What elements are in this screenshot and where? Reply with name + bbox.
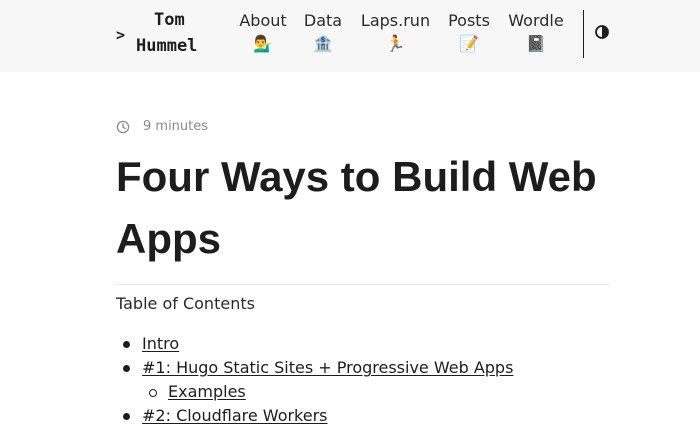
nav-item-data[interactable]: Data 🏦: [303, 10, 343, 60]
nav-item-wordle[interactable]: Wordle 📓: [507, 10, 565, 60]
bank-icon: 🏦: [313, 34, 333, 53]
site-logo[interactable]: > Tom Hummel: [116, 8, 208, 62]
bullet-icon: [123, 341, 130, 348]
toc-heading: Table of Contents: [116, 294, 255, 313]
nav-item-about[interactable]: About 💁‍♂️: [238, 10, 288, 60]
reading-time: 9 minutes: [143, 119, 209, 134]
memo-icon: 📝: [459, 34, 479, 53]
bullet-icon: [123, 413, 130, 420]
page-title: Four Ways to Build Web Apps: [116, 153, 597, 262]
half-circle-contrast-icon: [595, 25, 609, 39]
terminal-prompt-icon: >: [116, 26, 126, 44]
nav-item-label: Posts: [448, 11, 490, 30]
nav-item-posts[interactable]: Posts 📝: [446, 10, 492, 60]
nav-item-label: Wordle: [508, 11, 564, 30]
toc-link[interactable]: Intro: [142, 334, 179, 353]
nav-item-laps-run[interactable]: Laps.run 🏃: [359, 10, 432, 60]
header-divider: [583, 10, 584, 58]
bullet-icon: [123, 365, 130, 372]
notebook-icon: 📓: [526, 34, 546, 53]
clock-icon: [116, 120, 130, 134]
toc-item-hugo: #1: Hugo Static Sites + Progressive Web …: [123, 358, 513, 378]
toc-link[interactable]: #1: Hugo Static Sites + Progressive Web …: [142, 358, 513, 377]
toc-item-cloudflare: #2: Cloudflare Workers: [123, 406, 328, 426]
toc-item-intro: Intro: [123, 334, 179, 354]
runner-icon: 🏃: [385, 34, 406, 53]
nav-item-label: Data: [303, 11, 343, 30]
logo-first-name: Tom: [154, 10, 185, 30]
nav-item-label: About: [239, 11, 287, 30]
toc-item-examples: Examples: [149, 382, 246, 402]
site-header: > Tom Hummel About 💁‍♂️ Data 🏦 Laps.run …: [0, 0, 700, 72]
person-tipping-hand-icon: 💁‍♂️: [253, 34, 273, 53]
toc-link[interactable]: Examples: [168, 382, 246, 401]
nav-item-label: Laps.run: [360, 11, 431, 30]
toc-link[interactable]: #2: Cloudflare Workers: [142, 406, 328, 425]
theme-toggle-button[interactable]: [594, 24, 610, 40]
divider-line: [116, 284, 610, 285]
logo-last-name: Hummel: [136, 36, 198, 56]
hollow-bullet-icon: [149, 389, 157, 397]
